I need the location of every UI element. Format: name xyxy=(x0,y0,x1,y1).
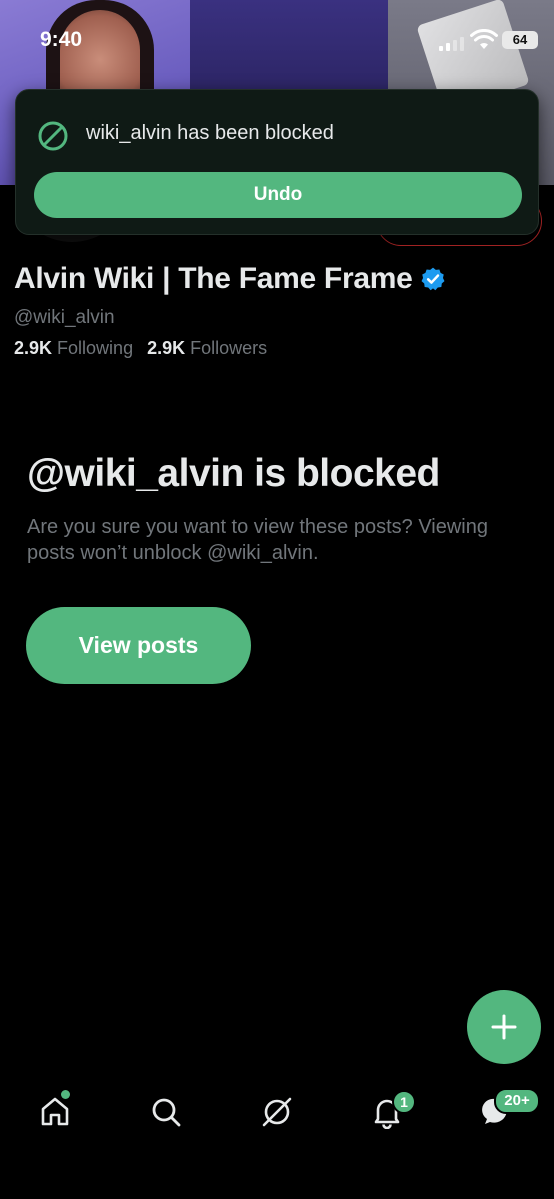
followers-label: Followers xyxy=(190,338,268,358)
followers-count: 2.9K xyxy=(147,338,186,358)
nav-home[interactable] xyxy=(35,1092,75,1132)
follow-stats: 2.9K Following 2.9K Followers xyxy=(14,338,267,359)
nav-search[interactable] xyxy=(146,1092,186,1132)
notifications-badge: 1 xyxy=(392,1090,416,1114)
home-icon xyxy=(41,1097,69,1126)
blocked-title: @wiki_alvin is blocked xyxy=(27,452,440,495)
view-posts-button[interactable]: View posts xyxy=(26,607,251,684)
battery-indicator: 64 xyxy=(502,31,538,49)
plus-icon xyxy=(491,1014,517,1040)
toast-message: wiki_alvin has been blocked xyxy=(86,122,334,144)
wifi-icon xyxy=(470,29,498,49)
bottom-nav: 1 20+ xyxy=(0,1078,554,1148)
search-icon xyxy=(152,1098,181,1127)
followers-link[interactable]: 2.9K Followers xyxy=(147,338,267,359)
following-label: Following xyxy=(57,338,134,358)
blocked-toast: wiki_alvin has been blocked Undo xyxy=(15,89,539,235)
cellular-signal-icon xyxy=(439,37,464,51)
profile-name-row: Alvin Wiki | The Fame Frame xyxy=(14,262,446,296)
status-bar: 9:40 64 xyxy=(0,0,554,80)
messages-badge: 20+ xyxy=(494,1088,540,1114)
profile-handle: @wiki_alvin xyxy=(14,307,115,328)
status-time: 9:40 xyxy=(40,28,83,51)
grok-icon xyxy=(262,1097,292,1127)
following-link[interactable]: 2.9K Following xyxy=(14,338,133,359)
following-count: 2.9K xyxy=(14,338,53,358)
nav-grok[interactable] xyxy=(257,1092,297,1132)
block-icon xyxy=(38,121,68,151)
profile-name: Alvin Wiki | The Fame Frame xyxy=(14,262,413,295)
blocked-subtitle: Are you sure you want to view these post… xyxy=(27,516,488,564)
compose-button[interactable] xyxy=(467,990,541,1064)
undo-button[interactable]: Undo xyxy=(34,172,522,218)
verified-badge-icon[interactable] xyxy=(420,266,446,292)
home-notification-dot xyxy=(61,1090,70,1099)
